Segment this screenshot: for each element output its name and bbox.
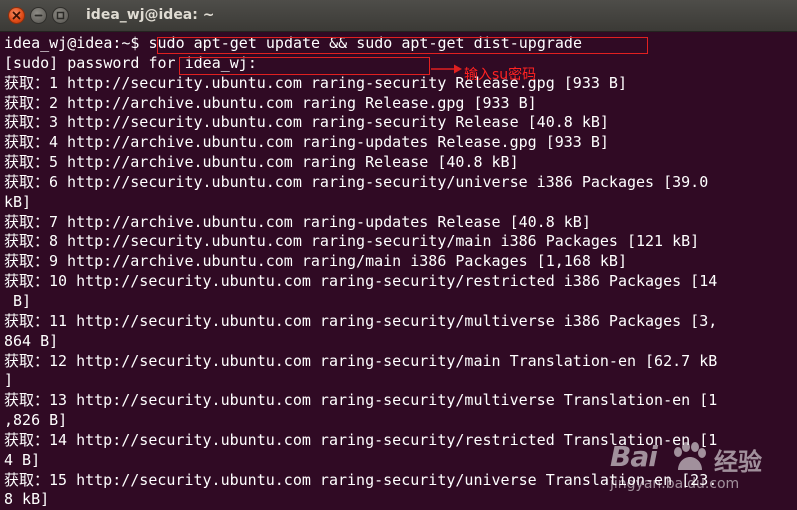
window-title: idea_wj@idea: ~ <box>86 7 215 23</box>
command-highlight-box <box>157 37 648 54</box>
output-line: 获取：13 http://security.ubuntu.com raring-… <box>4 391 718 410</box>
watermark-logo-text: Bai <box>610 440 658 473</box>
watermark-jingyan-text: 经验 <box>714 448 762 476</box>
output-line: 获取：3 http://security.ubuntu.com raring-s… <box>4 113 609 132</box>
output-line: 获取：4 http://archive.ubuntu.com raring-up… <box>4 133 609 152</box>
output-line: 获取：8 http://security.ubuntu.com raring-s… <box>4 232 700 251</box>
output-line: 获取：12 http://security.ubuntu.com raring-… <box>4 351 718 370</box>
output-line: 获取：9 http://archive.ubuntu.com raring/ma… <box>4 252 627 271</box>
terminal-window: idea_wj@idea: ~ idea_wj@idea:~$ sudo apt… <box>0 0 797 510</box>
baidu-jingyan-watermark: Bai 经验 jingyan.baidu.com <box>610 440 790 498</box>
output-line: ] <box>4 371 14 390</box>
maximize-icon <box>56 11 65 20</box>
close-button[interactable] <box>8 7 25 24</box>
baidu-paw-icon <box>674 442 706 470</box>
output-line: 获取：7 http://archive.ubuntu.com raring-up… <box>4 212 591 231</box>
output-line: kB] <box>4 192 32 211</box>
close-icon <box>12 11 21 20</box>
output-line: 864 B] <box>4 331 59 350</box>
output-line: 获取：1 http://security.ubuntu.com raring-s… <box>4 73 627 92</box>
output-line: 获取：11 http://security.ubuntu.com raring-… <box>4 311 718 330</box>
output-line: ,826 B] <box>4 411 68 430</box>
annotation-note: 输入su密码 <box>464 67 537 83</box>
output-line: 获取：10 http://security.ubuntu.com raring-… <box>4 272 718 291</box>
output-line: 获取：6 http://security.ubuntu.com raring-s… <box>4 172 709 191</box>
minimize-button[interactable] <box>30 7 47 24</box>
output-line: 获取：2 http://archive.ubuntu.com raring Re… <box>4 93 537 112</box>
password-highlight-box <box>179 57 430 75</box>
watermark-url: jingyan.baidu.com <box>610 476 740 492</box>
maximize-button[interactable] <box>52 7 69 24</box>
output-line: B] <box>4 291 32 310</box>
minimize-icon <box>34 14 43 17</box>
terminal-output[interactable]: idea_wj@idea:~$ sudo apt-get update && s… <box>0 32 797 510</box>
title-bar[interactable]: idea_wj@idea: ~ <box>0 0 797 32</box>
arrow-right-icon <box>431 64 462 74</box>
output-line: 获取：5 http://archive.ubuntu.com raring Re… <box>4 153 519 172</box>
